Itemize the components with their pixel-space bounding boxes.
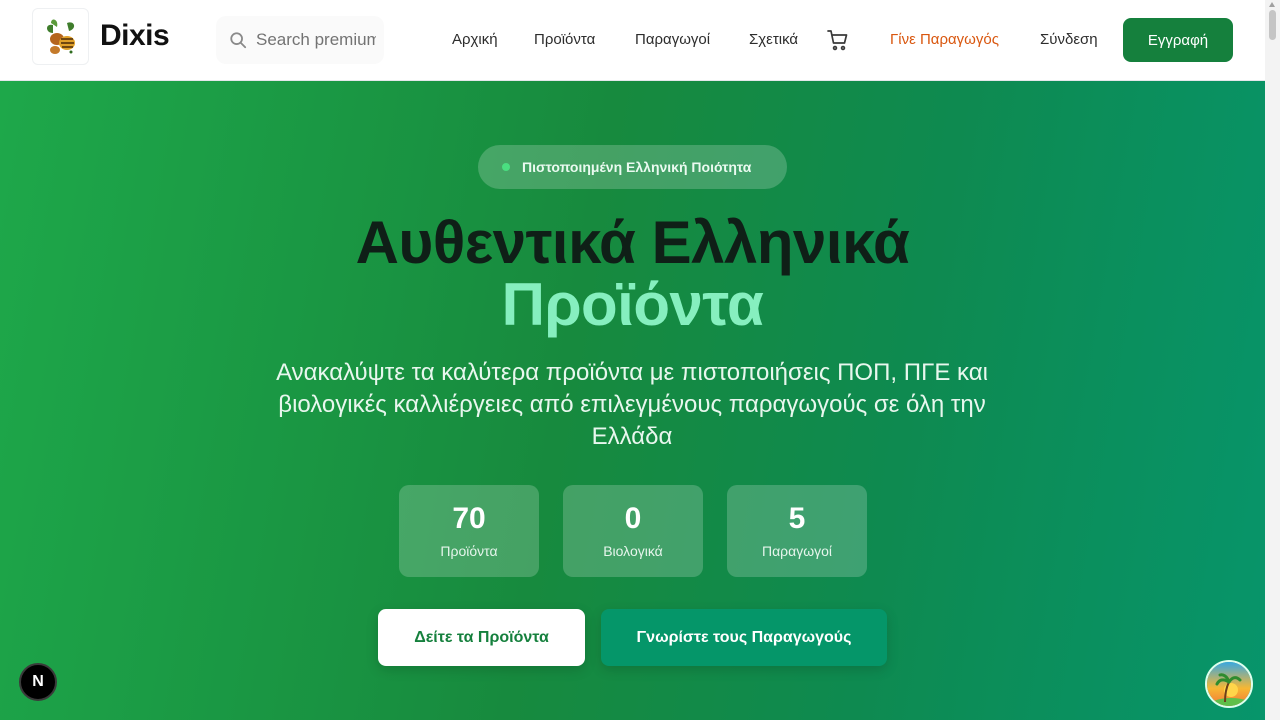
become-producer-link[interactable]: Γίνε Παραγωγός (890, 31, 999, 48)
view-products-button[interactable]: Δείτε τα Προϊόντα (378, 609, 585, 666)
login-link[interactable]: Σύνδεση (1040, 31, 1098, 48)
nav-home[interactable]: Αρχική (452, 31, 498, 48)
chat-avatar-icon[interactable] (1205, 660, 1253, 708)
stat-label: Προϊόντα (440, 543, 498, 559)
stat-value: 5 (788, 502, 806, 535)
logo-icon[interactable] (32, 8, 89, 65)
search-icon (230, 32, 247, 49)
stat-organic: 0 Βιολογικά (563, 485, 703, 577)
hero-title: Αυθεντικά Ελληνικά (355, 209, 910, 276)
stat-label: Παραγωγοί (761, 543, 833, 559)
scrollbar-thumb[interactable] (1269, 10, 1276, 40)
quality-badge: Πιστοποιημένη Ελληνική Ποιότητα (478, 145, 787, 189)
nav-about[interactable]: Σχετικά (749, 31, 798, 48)
stat-products: 70 Προϊόντα (399, 485, 539, 577)
stat-value: 0 (624, 502, 642, 535)
badge-dot-icon (502, 163, 510, 171)
badge-text: Πιστοποιημένη Ελληνική Ποιότητα (522, 159, 752, 175)
cart-icon[interactable] (826, 28, 850, 52)
meet-producers-button[interactable]: Γνωρίστε τους Παραγωγούς (601, 609, 887, 666)
hero-section: Πιστοποιημένη Ελληνική Ποιότητα Αυθεντικ… (0, 81, 1265, 720)
search-box[interactable] (216, 16, 384, 64)
page-scrollbar[interactable] (1265, 0, 1280, 720)
stat-label: Βιολογικά (603, 543, 663, 559)
scroll-up-icon[interactable] (1269, 2, 1275, 7)
stat-producers: 5 Παραγωγοί (727, 485, 867, 577)
signup-button[interactable]: Εγγραφή (1123, 18, 1233, 62)
brand-name[interactable]: Dixis (100, 19, 170, 53)
site-header: Dixis Αρχική Προϊόντα Παραγωγοί Σχετικά … (0, 0, 1265, 81)
nav-products[interactable]: Προϊόντα (534, 31, 595, 48)
nav-producers[interactable]: Παραγωγοί (635, 31, 710, 48)
hero-subtitle: Ανακαλύψτε τα καλύτερα προϊόντα με πιστο… (276, 359, 988, 450)
hero-title-highlight: Προϊόντα (501, 271, 764, 338)
stat-value: 70 (452, 502, 486, 535)
logo-graphic (46, 19, 75, 54)
next-dev-icon[interactable]: N (19, 663, 57, 701)
search-input[interactable] (256, 30, 376, 50)
